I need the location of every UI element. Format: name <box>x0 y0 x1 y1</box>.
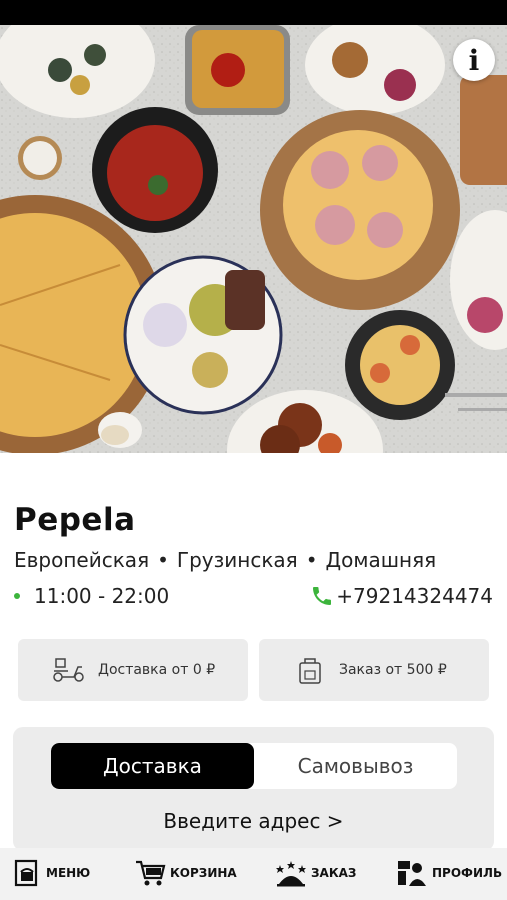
tab-label: МЕНЮ <box>46 866 91 880</box>
tab-profile[interactable]: ПРОФИЛЬ <box>396 858 502 888</box>
info-button[interactable]: i <box>453 39 495 81</box>
separator-dot: • <box>157 548 169 572</box>
tab-cart[interactable]: КОРЗИНА <box>134 858 237 888</box>
hero-food-photo <box>0 25 507 453</box>
delivery-cost-label: Доставка от 0 ₽ <box>98 662 216 678</box>
tab-pickup[interactable]: Самовывоз <box>254 743 457 789</box>
open-status-dot <box>14 593 20 599</box>
cuisine-tag: Европейская <box>14 548 150 572</box>
tab-delivery[interactable]: Доставка <box>51 743 254 789</box>
menu-icon <box>14 859 38 887</box>
scooter-icon <box>52 657 86 683</box>
tab-menu[interactable]: МЕНЮ <box>12 858 90 888</box>
cuisine-list: Европейская • Грузинская • Домашняя <box>14 548 436 572</box>
cart-icon <box>136 860 166 886</box>
delivery-cost-card: Доставка от 0 ₽ <box>18 639 248 701</box>
order-mode-panel: Доставка Самовывоз Введите адрес > <box>13 727 494 851</box>
phone-icon <box>313 587 332 605</box>
cuisine-tag: Грузинская <box>176 548 298 572</box>
phone-number: +79214324474 <box>336 584 493 608</box>
profile-icon <box>398 861 426 886</box>
cloche-icon <box>276 861 306 887</box>
bottom-tab-bar: МЕНЮ КОРЗИНА ЗАКАЗ ПРОФИЛЬ <box>0 848 507 900</box>
status-bar <box>0 0 507 25</box>
tab-order[interactable]: ЗАКАЗ <box>275 858 356 888</box>
tab-label: КОРЗИНА <box>170 866 237 880</box>
min-order-label: Заказ от 500 ₽ <box>339 662 447 678</box>
cuisine-tag: Домашняя <box>325 548 437 572</box>
enter-address-link[interactable]: Введите адрес > <box>13 809 494 833</box>
tab-label: ЗАКАЗ <box>311 866 357 880</box>
tab-label: ПРОФИЛЬ <box>432 866 503 880</box>
min-order-card: Заказ от 500 ₽ <box>259 639 489 701</box>
hours-text: 11:00 - 22:00 <box>34 584 170 608</box>
order-mode-toggle: Доставка Самовывоз <box>51 743 457 789</box>
phone-link[interactable]: +79214324474 <box>310 584 493 608</box>
separator-dot: • <box>305 548 318 572</box>
opening-hours: 11:00 - 22:00 <box>14 584 169 608</box>
restaurant-name: Pepela <box>14 502 136 538</box>
takeaway-bag-icon <box>297 655 323 685</box>
